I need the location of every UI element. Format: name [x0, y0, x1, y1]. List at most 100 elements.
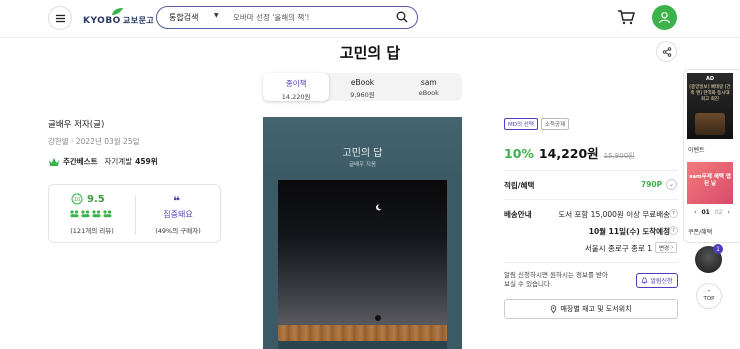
store-stock-button[interactable]: 매장별 재고 및 도서위치	[504, 299, 678, 319]
tab-sam[interactable]: sam eBook	[396, 73, 462, 101]
discount-rate: 10%	[504, 146, 534, 161]
review-keyword-section: ❝ 집중돼요 (49%의 구매자)	[135, 185, 221, 244]
ad-banner[interactable]: AD [중앙일보] 베테랑 [건축 앤] 한역화 등시대 회고 회진	[687, 73, 733, 139]
tab-ebook[interactable]: eBook 9,960원	[329, 73, 395, 101]
quote-icon: ❝	[173, 194, 181, 208]
price-row: 10% 14,220원 15,800원	[504, 143, 635, 162]
shipping-label: 배송안내	[504, 210, 532, 219]
page-title: 고민의 답	[339, 44, 401, 62]
sam-banner-text: sam무제 혜택 앱된 날	[689, 174, 731, 188]
top-label: TOP	[703, 296, 715, 302]
ad-image	[695, 113, 725, 135]
sam-banner[interactable]: sam무제 혜택 앱된 날	[687, 162, 733, 204]
search-bar: 통합검색 ▼	[156, 6, 418, 29]
chevron-right-icon: ›	[671, 244, 674, 251]
tab-price: eBook	[418, 89, 439, 97]
info-icon[interactable]: ?	[669, 226, 678, 235]
chevron-left-icon[interactable]: ‹	[694, 209, 696, 216]
bestseller-rank: 459위	[135, 157, 158, 166]
cover-title: 고민의 답	[342, 148, 383, 159]
search-icon[interactable]	[396, 11, 408, 23]
tax-deduction-badge: 소득공제	[540, 118, 570, 130]
bestseller-category: 자기계발	[104, 157, 133, 166]
tab-paper-book[interactable]: 종이책 14,220원	[263, 73, 330, 101]
user-button[interactable]	[652, 5, 677, 30]
tab-name: sam	[420, 78, 437, 87]
hamburger-icon	[55, 14, 65, 22]
bestseller-label: 주간베스트	[63, 157, 98, 166]
person-figure	[375, 315, 381, 321]
caret-down-icon[interactable]: ▼	[214, 12, 219, 19]
author-link[interactable]: 글배우 저자(글)	[48, 118, 104, 130]
search-category-select[interactable]: 통합검색	[169, 12, 198, 23]
cover-base	[278, 341, 447, 349]
format-tabs: 종이책 14,220원 eBook 9,960원 sam eBook	[263, 73, 462, 101]
review-keyword: 집중돼요	[163, 210, 193, 219]
cover-subtitle: 글배우 지음	[348, 162, 377, 168]
store-stock-label: 매장별 재고 및 도서위치	[560, 305, 632, 313]
change-label: 변경	[659, 245, 670, 252]
divider	[504, 262, 678, 263]
chevron-down-icon: ⌄	[668, 181, 675, 188]
rating-dot-icon	[92, 210, 101, 218]
info-icon[interactable]: ?	[669, 209, 678, 218]
pager-total: 02	[714, 209, 723, 216]
cover-illustration	[278, 180, 447, 328]
change-location-button[interactable]: 변경 ›	[655, 242, 678, 253]
crown-icon	[49, 157, 59, 166]
kyobo-logo[interactable]: KYOBO 교보문고	[83, 7, 154, 29]
page: KYOBO교보문고 통합검색 ▼ 고민의 답	[0, 0, 740, 349]
tab-name: 종이책	[285, 79, 307, 88]
delivery-date: 10월 11일(수) 도착예정	[588, 227, 670, 236]
banner-pager: ‹ 01 02 ›	[684, 209, 740, 216]
logo-text: KYOBO 교보문고	[83, 16, 155, 26]
header: KYOBO 교보문고 통합검색 ▼	[0, 0, 740, 38]
review-score-section: 10 9.5 (121개의 리뷰)	[49, 185, 135, 244]
md-pick-badge: MD의 선택	[504, 118, 538, 130]
scroll-top-button[interactable]: ⌃ TOP	[696, 283, 722, 309]
product-badges: MD의 선택 소득공제	[504, 118, 570, 130]
rating-dot-icon	[70, 210, 79, 218]
divider	[504, 170, 678, 171]
tab-price: 9,960원	[350, 91, 375, 99]
shipping-free-info: 도서 포함 15,000원 이상 무료배송	[558, 210, 670, 219]
rating-dot-icon	[81, 210, 90, 218]
sale-price: 14,220원	[538, 146, 599, 161]
ad-text: [중앙일보] 베테랑 [건축 앤] 한역화 등시대 회고 회진	[689, 85, 731, 103]
tab-name: eBook	[350, 78, 375, 87]
review-badge-icon: 10	[71, 193, 83, 205]
search-input[interactable]	[233, 10, 388, 25]
bell-icon	[641, 277, 648, 284]
bestseller-info[interactable]: 주간베스트 자기계발 459위	[48, 156, 158, 167]
review-count: (121개의 리뷰)	[70, 227, 114, 235]
location-pin-icon	[551, 305, 557, 313]
side-panel: AD [중앙일보] 베테랑 [건축 앤] 한역화 등시대 회고 회진 이벤트 s…	[683, 69, 740, 243]
review-score: 9.5	[87, 193, 105, 205]
cover-floor	[278, 325, 447, 342]
pager-current: 01	[701, 209, 710, 216]
tab-price: 14,220원	[281, 93, 311, 101]
share-button[interactable]	[656, 41, 677, 62]
delivery-location: 서울시 종로구 종로 1	[584, 244, 652, 253]
notify-description: 알림 신청하시면 원하시는 정보를 받아 보실 수 있습니다.	[504, 271, 608, 289]
share-icon	[662, 46, 671, 57]
chevron-right-icon[interactable]: ›	[728, 209, 730, 216]
points-value: 790P	[641, 180, 663, 189]
user-icon	[658, 11, 671, 24]
recent-count-badge: 1	[713, 244, 723, 254]
publisher-info: 강한별 · 2022년 03월 25일	[48, 137, 140, 146]
cart-icon[interactable]	[617, 9, 635, 25]
review-summary[interactable]: 10 9.5 (121개의 리뷰) ❝ 집중돼요 (49%의 구매자)	[48, 184, 221, 243]
notify-button[interactable]: 알림신청	[636, 273, 678, 288]
menu-button[interactable]	[48, 6, 72, 30]
rating-icons	[70, 210, 112, 218]
points-label: 적립/혜택	[504, 181, 535, 190]
ad-label: AD	[705, 76, 715, 82]
original-price: 15,800원	[603, 152, 635, 160]
coupon-label[interactable]: 쿠폰/혜택	[688, 227, 712, 236]
points-expand-button[interactable]: ⌄	[666, 179, 677, 190]
event-label[interactable]: 이벤트	[688, 145, 705, 154]
notify-label: 알림신청	[650, 278, 673, 285]
svg-text:10: 10	[74, 197, 80, 203]
book-cover[interactable]: 고민의 답 글배우 지음	[263, 117, 462, 349]
